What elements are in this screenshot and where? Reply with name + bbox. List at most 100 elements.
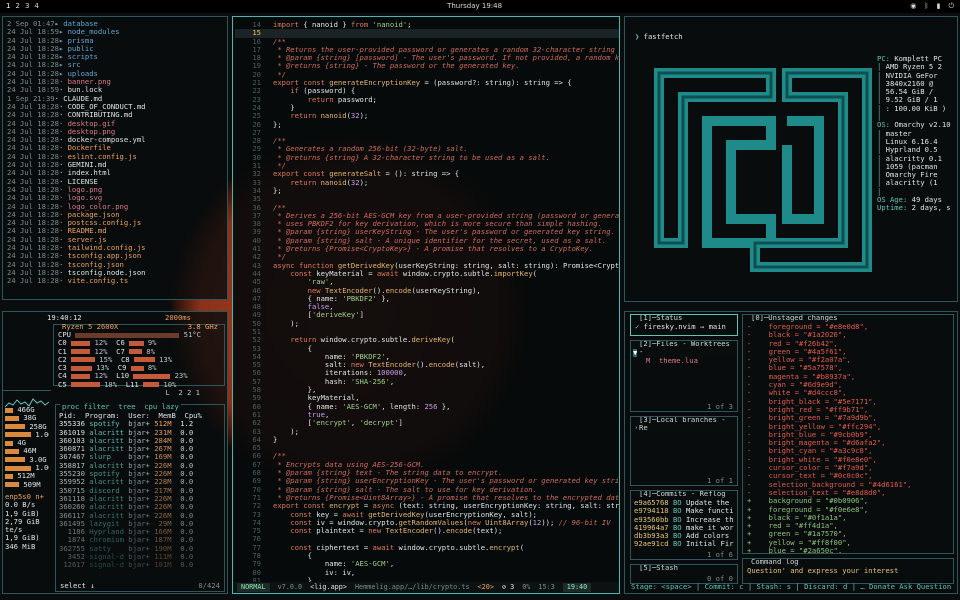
code-line[interactable]: 22 if (password) { bbox=[235, 87, 619, 95]
code-line[interactable]: 23 return password; bbox=[235, 96, 619, 104]
file-row[interactable]: 24 Jul 18:59· bun.lock bbox=[7, 86, 223, 94]
code-line[interactable]: 41 * @returns {Promise<CryptoKey>} - A p… bbox=[235, 245, 619, 253]
code-line[interactable]: 57 hash: 'SHA-256', bbox=[235, 378, 619, 386]
proc-row[interactable]: 359952 alacritt bjar+ 228M 0.0 bbox=[59, 478, 221, 486]
proc-row[interactable]: 361118 alacritt bjar+ 226M 0.0 bbox=[59, 495, 221, 503]
proc-row[interactable]: 355230 spotify bjar+ 226M 0.0 bbox=[59, 470, 221, 478]
code-line[interactable]: 51 bbox=[235, 328, 619, 336]
code-line[interactable]: 39 * @param {string} userKeyString - The… bbox=[235, 228, 619, 236]
wifi-icon[interactable]: ◉ bbox=[910, 2, 916, 10]
proc-row[interactable]: 360871 alacritt bjar+ 267M 0.0 bbox=[59, 445, 221, 453]
code-line[interactable]: 63 ); bbox=[235, 428, 619, 436]
file-row[interactable]: 2 Sep 01:47▸ database bbox=[7, 20, 223, 28]
code-line[interactable]: 79 name: 'AES-GCM', bbox=[235, 560, 619, 568]
proc-row[interactable]: 366117 alacritt bjar+ 226M 0.0 bbox=[59, 512, 221, 520]
file-row[interactable]: 24 Jul 18:28· README.md bbox=[7, 227, 223, 235]
workspace-2[interactable]: 2 bbox=[15, 2, 19, 10]
workspace-1[interactable]: 1 bbox=[6, 2, 10, 10]
code-line[interactable]: 66 /** bbox=[235, 452, 619, 460]
proc-row[interactable]: 358817 alacritt bjar+ 226M 0.0 bbox=[59, 462, 221, 470]
file-row[interactable]: 24 Jul 18:28· eslint.config.js bbox=[7, 153, 223, 161]
proc-row[interactable]: 12617 signal-d bjar+ 101M 0.0 bbox=[59, 561, 221, 569]
code-line[interactable]: 54 name: 'PBKDF2', bbox=[235, 353, 619, 361]
code-line[interactable]: 43 async function getDerivedKey(userKeySt… bbox=[235, 262, 619, 270]
code-line[interactable]: 62 ['encrypt', 'decrypt'] bbox=[235, 419, 619, 427]
lg-commits-panel[interactable]: [4]─Commits - Reflog e9a65768 BO Update … bbox=[630, 490, 738, 560]
proc-row[interactable]: 1186 Hyprland bjar+ 166M 0.0 bbox=[59, 528, 221, 536]
code-line[interactable]: 77 const ciphertext = await window.crypt… bbox=[235, 544, 619, 552]
code-line[interactable]: 75 const plaintext = new TextEncoder().e… bbox=[235, 527, 619, 535]
code-line[interactable]: 58 }, bbox=[235, 386, 619, 394]
code-line[interactable]: 60 { name: 'AES-GCM', length: 256 }, bbox=[235, 403, 619, 411]
file-row[interactable]: 24 Jul 18:28· desktop.gif bbox=[7, 120, 223, 128]
lg-keybind-footer[interactable]: Stage: <space> | Commit: c | Stash: s | … bbox=[631, 583, 955, 591]
code-line[interactable]: 74 const iv = window.crypto.getRandomVal… bbox=[235, 519, 619, 527]
power-icon[interactable]: ⏻ bbox=[948, 2, 954, 10]
file-row[interactable]: 24 Jul 18:28· banner.png bbox=[7, 78, 223, 86]
file-row[interactable]: 24 Jul 18:28▸ public bbox=[7, 45, 223, 53]
code-line[interactable]: 35 bbox=[235, 195, 619, 203]
file-row[interactable]: 24 Jul 18:28▸ src bbox=[7, 61, 223, 69]
btop-refresh[interactable]: 2000ms bbox=[165, 314, 191, 322]
code-line[interactable]: 76 bbox=[235, 535, 619, 543]
code-line[interactable]: 26}; bbox=[235, 121, 619, 129]
file-row[interactable]: 24 Jul 18:28· LICENSE bbox=[7, 178, 223, 186]
file-row[interactable]: 24 Jul 18:28· tailwind.config.js bbox=[7, 244, 223, 252]
lg-commit-item[interactable]: db3b93a3 BO Add colors bbox=[634, 532, 734, 540]
proc-row[interactable]: 367467 slurp bjar+ 169M 0.0 bbox=[59, 453, 221, 461]
lg-stash-panel[interactable]: [5]─Stash 0 of 0 bbox=[630, 564, 738, 584]
file-row[interactable]: 24 Jul 18:28· postcss.config.js bbox=[7, 219, 223, 227]
code-line[interactable]: 61 true, bbox=[235, 411, 619, 419]
code-line[interactable]: 64} bbox=[235, 436, 619, 444]
code-line[interactable]: 70 * @param {string} salt - The salt to … bbox=[235, 486, 619, 494]
code-line[interactable]: 16 /** bbox=[235, 38, 619, 46]
code-line[interactable]: 48 false, bbox=[235, 303, 619, 311]
top-clock[interactable]: Thursday 19:48 bbox=[447, 2, 502, 10]
code-line[interactable]: 52 return window.crypto.subtle.deriveKey… bbox=[235, 336, 619, 344]
proc-row[interactable]: 360260 alacritt bjar+ 226M 0.0 bbox=[59, 503, 221, 511]
proc-tabs[interactable]: proc filter tree cpu lazy bbox=[60, 403, 181, 412]
lg-status-panel[interactable]: [1]─Status ✓ firesky.nvim → main bbox=[630, 314, 738, 336]
proc-row[interactable]: 1874 chromium bjar+ 187M 0.0 bbox=[59, 536, 221, 544]
lg-files-panel[interactable]: [2]─Files - Worktrees - ▼ lua/firesky M … bbox=[630, 340, 738, 412]
proc-row[interactable]: 361019 alacritt bjar+ 231M 0.0 bbox=[59, 429, 221, 437]
code-line[interactable]: 80 iv: iv, bbox=[235, 569, 619, 577]
proc-select-hint[interactable]: select ↓ bbox=[60, 582, 95, 590]
file-row[interactable]: 24 Jul 18:28· package.json bbox=[7, 211, 223, 219]
file-row[interactable]: 24 Jul 18:28· GEMINI.md bbox=[7, 161, 223, 169]
code-line[interactable]: 44 const keyMaterial = await window.cryp… bbox=[235, 270, 619, 278]
code-line[interactable]: 31 */ bbox=[235, 162, 619, 170]
code-line[interactable]: 73 const key = await getDerivedKey(userE… bbox=[235, 511, 619, 519]
lazygit-pane[interactable]: [1]─Status ✓ firesky.nvim → main [2]─Fil… bbox=[624, 311, 958, 594]
code-line[interactable]: 18 * @param {string} [password] - The us… bbox=[235, 54, 619, 62]
proc-row[interactable]: 355336 spotify bjar+ 512M 1.2 bbox=[59, 420, 221, 428]
workspace-4[interactable]: 4 bbox=[34, 2, 38, 10]
file-listing-pane[interactable]: 2 Sep 01:47▸ database 24 Jul 18:59▸ node_… bbox=[2, 16, 228, 300]
fastfetch-pane[interactable]: ❯ fastfetch PC: Komplett PC │ AMD Ryzen 5… bbox=[624, 16, 958, 302]
code-line[interactable]: 71 * @returns {Promise<Uint8Array>} - A … bbox=[235, 494, 619, 502]
lg-branches-panel[interactable]: [3]─Local branches - Re * main ✓ 1 of 1 bbox=[630, 416, 738, 486]
code-line[interactable]: 27 bbox=[235, 129, 619, 137]
file-row[interactable]: 24 Jul 18:28· logo.svg bbox=[7, 194, 223, 202]
code-line[interactable]: 34}; bbox=[235, 187, 619, 195]
file-row[interactable]: 24 Jul 18:28· docker-compose.yml bbox=[7, 136, 223, 144]
code-line[interactable]: 38 * uses PBKDF2 for key derivation, whi… bbox=[235, 220, 619, 228]
workspace-3[interactable]: 3 bbox=[25, 2, 29, 10]
file-row[interactable]: 24 Jul 18:28· vite.config.ts bbox=[7, 277, 223, 285]
file-row[interactable]: 24 Jul 18:28· tsconfig.json bbox=[7, 261, 223, 269]
file-row[interactable]: 24 Jul 18:28· server.js bbox=[7, 236, 223, 244]
lg-commit-item[interactable]: e93560bb BO Increase th bbox=[634, 516, 734, 524]
proc-row[interactable]: 3452 signal-d bjar+ 111M 0.0 bbox=[59, 553, 221, 561]
code-line[interactable]: 33 return nanoid(32); bbox=[235, 179, 619, 187]
code-line[interactable]: 40 * @param {string} salt - A unique ide… bbox=[235, 237, 619, 245]
code-line[interactable]: 65 bbox=[235, 444, 619, 452]
code-line[interactable]: 59 keyMaterial, bbox=[235, 394, 619, 402]
code-line[interactable]: 50 ); bbox=[235, 320, 619, 328]
code-line[interactable]: 15 bbox=[235, 29, 619, 38]
file-row[interactable]: 1 Sep 21:39· CLAUDE.md bbox=[7, 95, 223, 103]
code-line[interactable]: 47 { name: 'PBKDF2' }, bbox=[235, 295, 619, 303]
code-line[interactable]: 28 /** bbox=[235, 137, 619, 145]
code-view[interactable]: 14 import { nanoid } from 'nanoid'; 15 16 /*… bbox=[235, 21, 619, 585]
file-row[interactable]: 24 Jul 18:28· CONTRIBUTING.md bbox=[7, 111, 223, 119]
file-row[interactable]: 24 Jul 18:28· CODE_OF_CONDUCT.md bbox=[7, 103, 223, 111]
